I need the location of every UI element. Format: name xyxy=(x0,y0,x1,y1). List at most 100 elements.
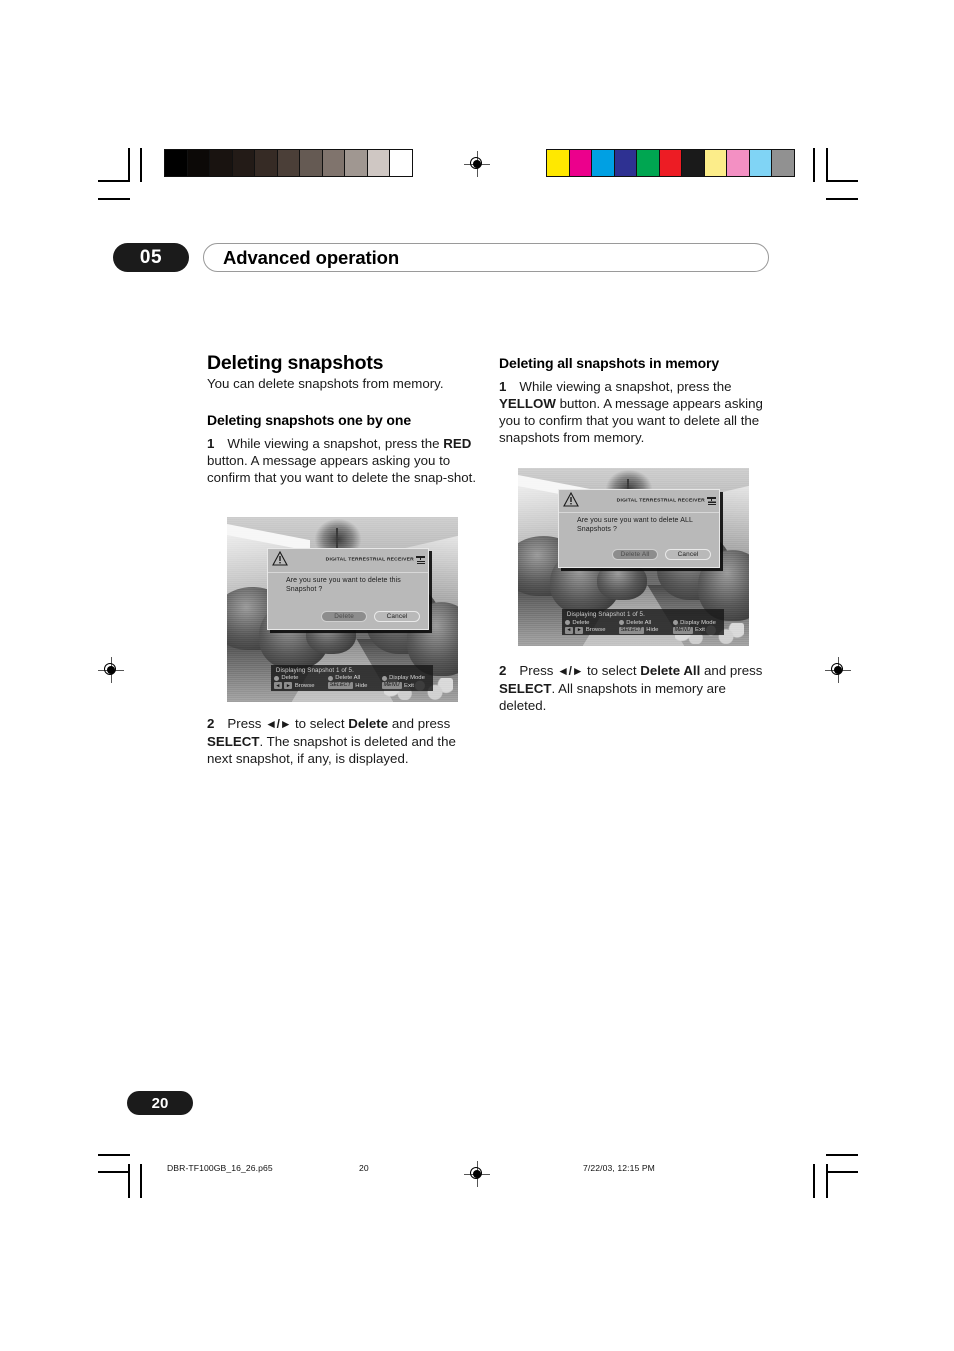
logo-base xyxy=(707,501,716,505)
grayscale-swatch xyxy=(276,150,299,176)
crop-mark-bottom-right-h2 xyxy=(826,1171,858,1173)
subheading-one-by-one: Deleting snapshots one by one xyxy=(207,412,412,429)
crop-mark-bottom-left-v xyxy=(128,1164,130,1198)
registration-dot xyxy=(834,666,842,674)
osd-dialog-buttons: Delete All Cancel xyxy=(559,548,712,560)
osd-banner-browse-label: Browse xyxy=(294,682,315,689)
osd-banner-browse[interactable]: ◄ ► Browse xyxy=(273,682,325,690)
osd-banner-delete-all[interactable]: Delete All xyxy=(327,675,379,681)
crop-mark-top-right-h xyxy=(826,180,858,182)
osd-banner-browse[interactable]: ◄ ► Browse xyxy=(564,626,616,634)
yellow-button-dot-icon xyxy=(327,675,333,681)
step-text-part: and press xyxy=(700,663,763,678)
crop-mark-bottom-left-bleed-v xyxy=(140,1164,142,1198)
osd-dialog-message: Are you sure you want to delete ALL Snap… xyxy=(576,516,693,534)
color-swatch xyxy=(591,150,614,176)
arrow-keys-icon: ◄/► xyxy=(557,664,584,678)
crop-mark-bottom-right-h xyxy=(826,1154,858,1156)
left-text-column: Deleting snapshots You can delete snapsh… xyxy=(207,353,484,487)
right-step-2-block: 2 Press ◄/► to select Delete All and pres… xyxy=(499,662,776,714)
grayscale-swatch xyxy=(186,150,209,176)
step-bold-select: SELECT xyxy=(499,681,552,697)
crop-mark-top-left-h xyxy=(98,180,130,182)
crop-mark-bottom-left-h xyxy=(98,1154,130,1156)
osd-banner-delete[interactable]: Delete xyxy=(273,675,325,682)
osd-status-banner: Displaying Snapshot 1 of 5. Delete Delet… xyxy=(561,609,724,636)
step-text-part: While viewing a snapshot, press the xyxy=(519,379,732,395)
registration-dot xyxy=(107,666,115,674)
receiver-logo-icon xyxy=(707,496,717,505)
osd-dialog-titlebar: DIGITAL TERRESTRIAL RECEIVER xyxy=(268,549,429,573)
slug-timestamp: 7/22/03, 12:15 PM xyxy=(583,1163,655,1173)
page-title: Advanced operation xyxy=(223,246,400,268)
chapter-number: 05 xyxy=(139,246,163,268)
step-number: 2 xyxy=(207,716,215,731)
step-number: 1 xyxy=(207,436,215,452)
osd-banner-display-mode-label: Display Mode xyxy=(389,675,425,682)
arrow-right-icon: ► xyxy=(284,682,293,690)
step-text-part: to select xyxy=(583,663,641,678)
osd-banner-row-1: Delete Delete All Display Mode xyxy=(562,619,724,626)
crop-mark-bottom-right-v xyxy=(826,1164,828,1198)
warning-triangle-icon xyxy=(272,551,289,566)
step-text-part: Press xyxy=(227,716,266,731)
right-step-1: 1 While viewing a snapshot, press the YEL… xyxy=(499,378,776,446)
crop-mark-top-left-h2 xyxy=(98,198,130,200)
osd-cancel-button[interactable]: Cancel xyxy=(665,548,712,560)
osd-dialog-message: Are you sure you want to delete this Sna… xyxy=(285,576,401,594)
osd-banner-exit-label: Exit xyxy=(404,682,414,689)
grayscale-swatch xyxy=(389,150,412,176)
osd-banner-row-2: ◄ ► Browse SELECT Hide MENU Exit xyxy=(562,626,724,634)
logo-base xyxy=(416,560,425,565)
crop-mark-bottom-right-bleed-v xyxy=(813,1164,815,1198)
grayscale-swatch xyxy=(254,150,277,176)
crop-mark-top-right-v xyxy=(826,148,828,182)
grayscale-swatch xyxy=(231,150,254,176)
osd-banner-exit-label: Exit xyxy=(695,627,705,634)
color-swatch xyxy=(658,150,681,176)
osd-banner-display-mode[interactable]: Display Mode xyxy=(672,619,724,626)
osd-banner-row-1: Delete Delete All Display Mode xyxy=(271,675,433,682)
page-number-badge: 20 xyxy=(127,1091,193,1115)
warning-triangle-icon xyxy=(563,492,580,507)
osd-cancel-button[interactable]: Cancel xyxy=(374,610,421,622)
color-swatch xyxy=(568,150,591,176)
yellow-button-dot-icon xyxy=(618,620,624,626)
osd-banner-hide[interactable]: SELECT Hide xyxy=(618,626,670,634)
osd-banner-hide[interactable]: SELECT Hide xyxy=(327,682,379,690)
osd-banner-delete[interactable]: Delete xyxy=(564,620,616,626)
osd-banner-exit[interactable]: MENU Exit xyxy=(672,626,724,634)
osd-delete-all-button[interactable]: Delete All xyxy=(612,548,659,560)
registration-target-bottom xyxy=(464,1161,490,1187)
osd-banner-delete-all[interactable]: Delete All xyxy=(618,620,670,626)
osd-dialog-titlebar: DIGITAL TERRESTRIAL RECEIVER xyxy=(559,490,720,513)
grayscale-calibration-bar xyxy=(164,149,413,177)
osd-delete-button[interactable]: Delete xyxy=(321,610,368,622)
arrow-left-icon: ◄ xyxy=(273,682,282,690)
logo-stem xyxy=(419,556,422,561)
step-bold-yellow: YELLOW xyxy=(499,396,556,412)
step-bold-delete-all: Delete All xyxy=(640,663,701,678)
registration-target-left xyxy=(98,657,124,683)
registration-target-right xyxy=(825,657,851,683)
osd-banner-exit[interactable]: MENU Exit xyxy=(381,682,433,690)
page-number: 20 xyxy=(151,1094,169,1112)
osd-banner-hide-label: Hide xyxy=(646,627,659,634)
arrow-keys-icon: ◄/► xyxy=(265,717,292,731)
osd-banner-display-mode[interactable]: Display Mode xyxy=(381,675,433,682)
osd-brand-label: DIGITAL TERRESTRIAL RECEIVER xyxy=(325,556,415,563)
logo-stem xyxy=(710,496,713,501)
osd-brand-label: DIGITAL TERRESTRIAL RECEIVER xyxy=(616,496,706,504)
osd-banner-title: Displaying Snapshot 1 of 5. xyxy=(275,666,354,674)
color-swatch xyxy=(636,150,659,176)
color-swatch xyxy=(726,150,749,176)
step-text-part: button. A message appears asking you to … xyxy=(207,453,477,486)
grayscale-swatch xyxy=(321,150,344,176)
color-swatch xyxy=(681,150,704,176)
chapter-number-badge: 05 xyxy=(113,243,189,272)
osd-banner-display-mode-label: Display Mode xyxy=(680,619,716,626)
osd-status-banner: Displaying Snapshot 1 of 5. Delete Delet… xyxy=(270,664,433,691)
osd-banner-delete-label: Delete xyxy=(281,675,299,682)
left-step-2-block: 2 Press ◄/► to select Delete and press SE… xyxy=(207,715,484,767)
grayscale-swatch xyxy=(366,150,389,176)
